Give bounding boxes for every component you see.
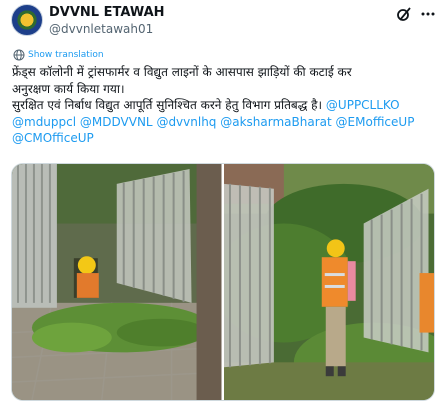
tweet-text-segment: सुरक्षित एवं निर्बाध विद्युत आपूर्ति सुन… — [12, 98, 326, 112]
tweet-header: DVVNL ETAWAH @dvvnletawah01 — [11, 4, 436, 40]
photo-left-image — [12, 164, 222, 400]
mention-link[interactable]: @EMofficeUP — [336, 115, 415, 129]
tweet-text-line: @mduppcl @MDDVVNL @dvvnlhq @aksharmaBhar… — [12, 114, 440, 131]
mention-link[interactable]: @CMOfficeUP — [12, 131, 94, 145]
tweet-text-line: अनुरक्षण कार्य किया गया। — [12, 81, 125, 96]
mention-link[interactable]: @MDDVVNL — [80, 115, 153, 129]
grok-slash-icon[interactable] — [396, 6, 412, 22]
mention-link[interactable]: @dvvnlhq — [156, 115, 216, 129]
account-name[interactable]: DVVNL ETAWAH — [49, 5, 165, 20]
show-translation-label: Show translation — [28, 50, 104, 60]
mention-link[interactable]: @mduppcl — [12, 115, 76, 129]
photo-left[interactable] — [12, 164, 222, 400]
avatar[interactable] — [11, 4, 43, 36]
photo-right-image — [223, 164, 434, 400]
tweet-card: DVVNL ETAWAH @dvvnletawah01 Show transla… — [0, 0, 447, 410]
account-handle[interactable]: @dvvnletawah01 — [49, 22, 153, 36]
globe-icon — [13, 49, 25, 61]
photo-right[interactable] — [223, 164, 434, 400]
mention-link[interactable]: @UPPCLLKO — [326, 98, 400, 112]
tweet-text: फ्रेंड्स कॉलोनी में ट्रांसफार्मर व विद्य… — [12, 64, 440, 147]
tweet-text-line: सुरक्षित एवं निर्बाध विद्युत आपूर्ति सुन… — [12, 97, 440, 114]
show-translation-link[interactable]: Show translation — [13, 49, 104, 61]
tweet-text-line: @CMOfficeUP — [12, 130, 440, 147]
tweet-text-line: फ्रेंड्स कॉलोनी में ट्रांसफार्मर व विद्य… — [12, 65, 352, 79]
media-grid — [11, 163, 435, 401]
more-icon[interactable] — [420, 6, 436, 22]
mention-link[interactable]: @aksharmaBharat — [220, 115, 331, 129]
